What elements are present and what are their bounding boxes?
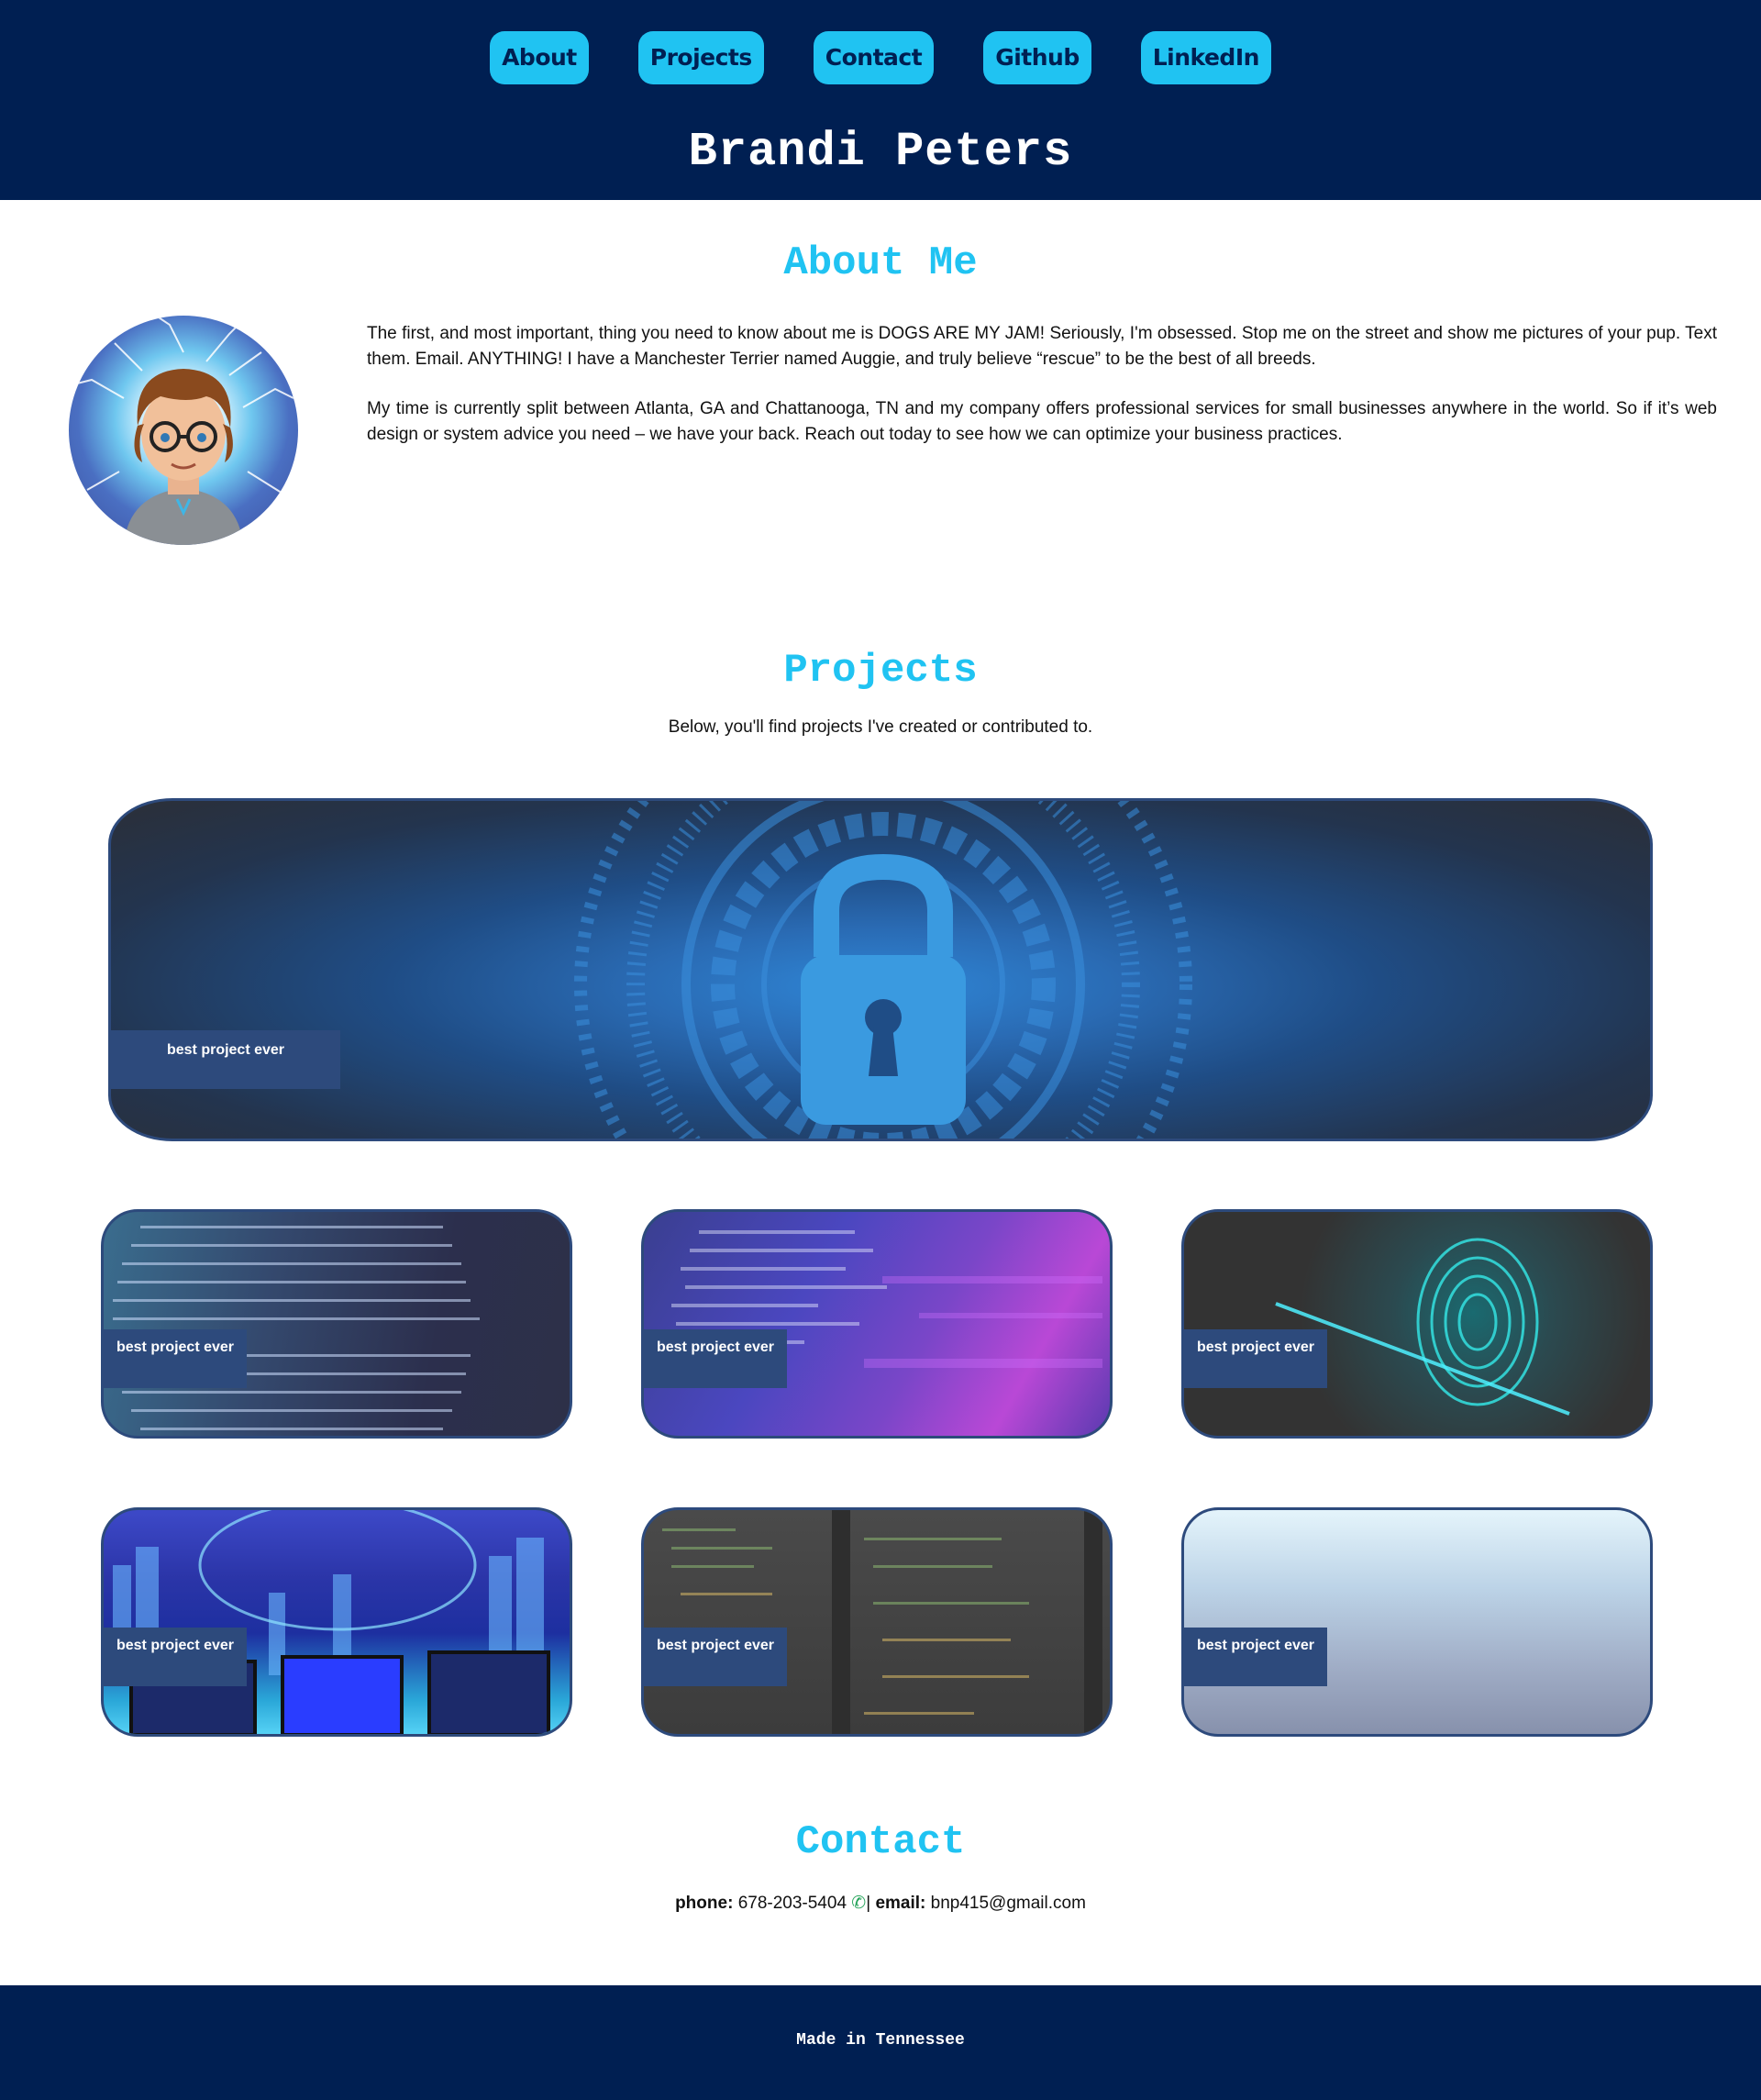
code-purple-icon (667, 1230, 1102, 1368)
project-card-2-label[interactable]: best project ever (644, 1329, 787, 1388)
featured-project-label[interactable]: best project ever (111, 1030, 340, 1089)
nav-linkedin-button[interactable]: LinkedIn (1140, 31, 1271, 84)
nav-contact-button[interactable]: Contact (813, 31, 935, 84)
contact-separator: | (866, 1894, 871, 1913)
projects-subtitle: Below, you'll find projects I've created… (668, 717, 1093, 737)
about-paragraph-2: My time is currently split between Atlan… (367, 399, 1717, 444)
contact-details: phone: 678-203-5404 ✆| email: bnp415@gma… (0, 1893, 1761, 1914)
about-text: The first, and most important, thing you… (367, 316, 1717, 545)
avatar-cartoon-icon (69, 316, 298, 545)
about-section: About Me The first, and most important, … (0, 200, 1761, 545)
project-card-4[interactable]: best project ever (101, 1507, 572, 1737)
phone-value[interactable]: 678-203-5404 (738, 1894, 847, 1913)
project-card-3[interactable]: best project ever (1181, 1209, 1653, 1439)
contact-title: Contact (795, 1819, 966, 1865)
data-stream-icon (113, 1226, 480, 1430)
project-card-6[interactable]: best project ever (1181, 1507, 1653, 1737)
site-header: About Projects Contact Github LinkedIn B… (0, 0, 1761, 200)
site-title: Brandi Peters (688, 125, 1073, 179)
project-card-2[interactable]: best project ever (641, 1209, 1113, 1439)
about-title: About Me (783, 240, 978, 286)
phone-label: phone: (675, 1894, 734, 1913)
project-card-3-label[interactable]: best project ever (1184, 1329, 1327, 1388)
nav-projects-button[interactable]: Projects (637, 31, 764, 84)
about-content: The first, and most important, thing you… (0, 316, 1761, 545)
project-card-5[interactable]: best project ever (641, 1507, 1113, 1737)
site-footer: Made in Tennessee (0, 1985, 1761, 2100)
featured-project-card[interactable]: best project ever (108, 798, 1653, 1141)
padlock-icon (574, 801, 1192, 1139)
about-paragraph-1: The first, and most important, thing you… (367, 324, 1717, 369)
contact-section: Contact phone: 678-203-5404 ✆| email: bn… (0, 1737, 1761, 1985)
email-label: email: (875, 1894, 926, 1913)
fingerprint-icon (1275, 1238, 1570, 1416)
main-nav: About Projects Contact Github LinkedIn (0, 0, 1761, 84)
project-card-1[interactable]: best project ever (101, 1209, 572, 1439)
email-value[interactable]: bnp415@gmail.com (931, 1894, 1086, 1913)
projects-title: Projects (783, 648, 978, 694)
projects-section: Projects Below, you'll find projects I'v… (0, 545, 1761, 1737)
project-card-6-label[interactable]: best project ever (1184, 1628, 1327, 1686)
phone-icon: ✆ (851, 1894, 867, 1913)
projects-grid: best project ever best project ever best… (101, 1209, 1660, 1737)
project-card-5-label[interactable]: best project ever (644, 1628, 787, 1686)
city-binary-icon (113, 1510, 550, 1734)
footer-text: Made in Tennessee (796, 2031, 965, 2050)
nav-github-button[interactable]: Github (983, 31, 1091, 84)
project-card-4-label[interactable]: best project ever (104, 1628, 247, 1686)
nav-about-button[interactable]: About (490, 31, 589, 84)
project-card-1-label[interactable]: best project ever (104, 1329, 247, 1388)
code-editor-icon (662, 1510, 1102, 1734)
